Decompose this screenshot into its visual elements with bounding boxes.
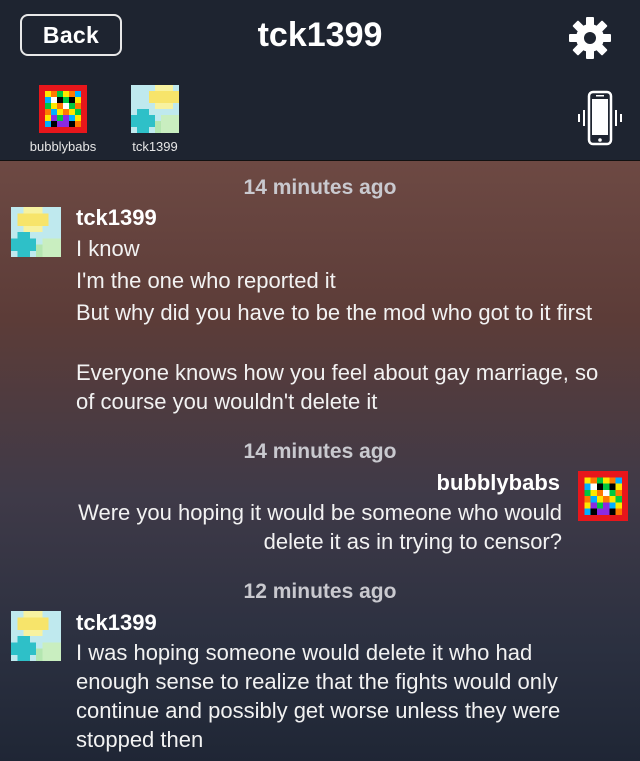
message-timestamp: 14 minutes ago [243, 440, 397, 463]
participant-tck1399[interactable]: tck1399 [107, 85, 203, 154]
avatar[interactable] [578, 471, 628, 521]
message-sender: tck1399 [76, 205, 157, 230]
participant-bubblybabs[interactable]: bubblybabs [15, 85, 111, 154]
participant-name: tck1399 [132, 139, 178, 154]
message-text: Were you hoping it would be someone who … [78, 500, 562, 554]
message-timestamp: 14 minutes ago [243, 176, 397, 199]
message-timestamp: 12 minutes ago [243, 580, 397, 603]
avatar [39, 85, 87, 133]
message-text: I was hoping someone would delete it who… [76, 640, 561, 752]
gear-icon[interactable] [566, 14, 614, 62]
message-text: But why did you have to be the mod who g… [76, 300, 593, 325]
avatar[interactable] [11, 611, 61, 661]
conversation-title: tck1399 [257, 16, 383, 54]
message-text: I know [76, 236, 140, 261]
participant-name: bubblybabs [29, 139, 97, 154]
phone-vibrate-icon[interactable] [575, 90, 625, 146]
message-text: I'm the one who reported it [76, 268, 336, 293]
avatar[interactable] [11, 207, 61, 257]
top-bar: Back tck1399 bubblybabs tck1399 [0, 0, 640, 161]
message-sender: tck1399 [76, 610, 157, 635]
message-sender: bubblybabs [436, 470, 560, 495]
message-text: Everyone knows how you feel about gay ma… [76, 360, 599, 414]
avatar [131, 85, 179, 133]
